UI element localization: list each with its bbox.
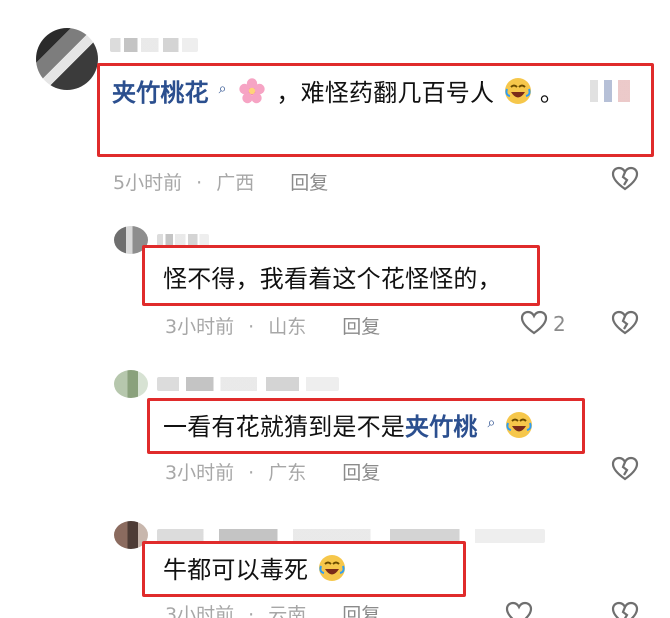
separator-dot: · (248, 316, 255, 338)
comment-meta: 3小时前 · 山东 回复 (165, 312, 380, 339)
broken-heart-icon[interactable] (611, 165, 639, 193)
timestamp: 5小时前 (113, 172, 183, 194)
flower-icon (238, 78, 265, 104)
separator-dot: · (248, 462, 255, 484)
heart-icon[interactable] (505, 600, 533, 618)
username-blurred[interactable] (110, 38, 198, 52)
comment-meta: 3小时前 · 广东 回复 (165, 458, 380, 485)
comment-suffix: 。 (539, 79, 565, 107)
timestamp: 3小时前 (165, 604, 235, 618)
laughing-face-icon (506, 412, 533, 438)
reply-button[interactable]: 回复 (290, 172, 328, 194)
broken-heart-icon[interactable] (611, 309, 639, 337)
comment-meta: 3小时前 · 云南 回复 (165, 600, 380, 618)
timestamp: 3小时前 (165, 462, 235, 484)
comment-body: 牛都可以毒死 (163, 556, 309, 584)
location: 云南 (268, 604, 307, 618)
comment-text: 怪不得，我看着这个花怪怪的， (163, 265, 502, 293)
search-icon: ⌕ (218, 81, 227, 97)
broken-heart-icon[interactable] (611, 600, 639, 618)
location: 山东 (268, 316, 307, 338)
emoji-blurred (590, 80, 630, 102)
heart-icon[interactable] (520, 309, 548, 337)
location: 广西 (216, 172, 255, 194)
avatar[interactable] (36, 28, 98, 90)
highlight-keyword[interactable]: 夹竹桃 (405, 413, 478, 441)
reply-button[interactable]: 回复 (342, 462, 380, 484)
laughing-face-icon (505, 78, 532, 104)
broken-heart-icon[interactable] (611, 455, 639, 483)
comment-body: ，难怪药翻几百号人 (276, 79, 495, 107)
username-blurred[interactable] (157, 377, 339, 391)
comment-meta: 5小时前 · 广西 回复 (113, 168, 328, 195)
laughing-face-icon (319, 555, 346, 581)
location: 广东 (268, 462, 307, 484)
comment-text: 夹竹桃花 ⌕ ，难怪药翻几百号人 。 (112, 76, 564, 114)
reply-button[interactable]: 回复 (342, 604, 380, 618)
like-count: 2 (553, 312, 566, 336)
search-icon: ⌕ (487, 415, 496, 431)
timestamp: 3小时前 (165, 316, 235, 338)
comment-text: 牛都可以毒死 (163, 553, 346, 587)
separator-dot: · (248, 604, 255, 618)
comment-body: 一看有花就猜到是不是 (163, 413, 405, 441)
highlight-keyword[interactable]: 夹竹桃花 (112, 79, 209, 107)
avatar[interactable] (114, 370, 148, 398)
comment-text: 一看有花就猜到是不是夹竹桃 ⌕ (163, 410, 533, 448)
separator-dot: · (196, 172, 203, 194)
reply-button[interactable]: 回复 (342, 316, 380, 338)
